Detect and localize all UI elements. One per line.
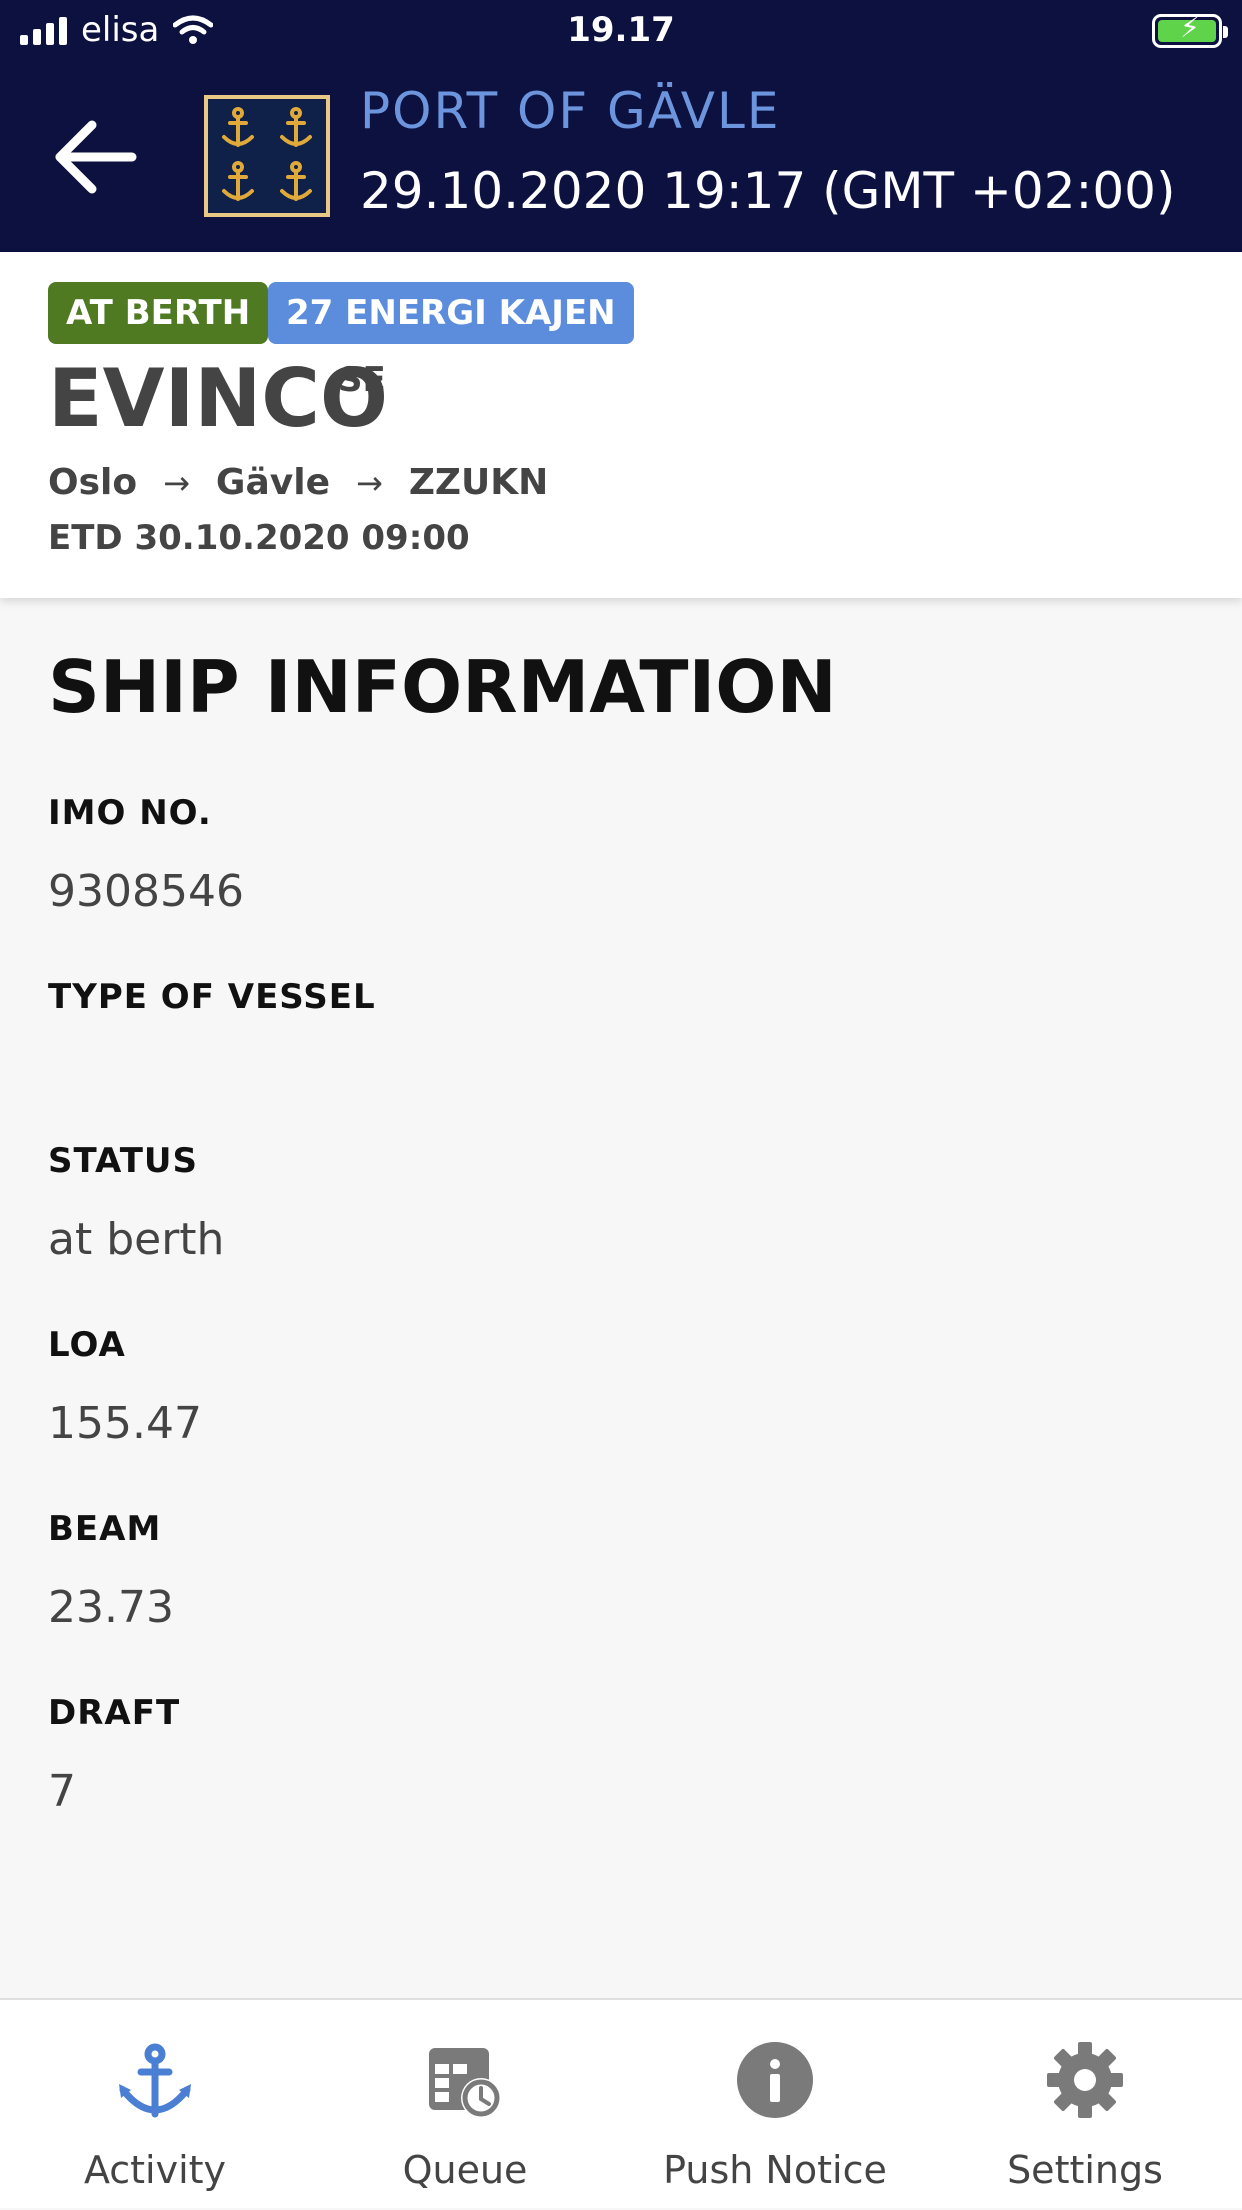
field-value-draft: 7 bbox=[48, 1766, 76, 1817]
route-origin: Oslo bbox=[48, 462, 138, 503]
section-title: SHIP INFORMATION bbox=[48, 645, 837, 729]
app-header: PORT OF GÄVLE 29.10.2020 19:17 (GMT +02:… bbox=[0, 62, 1242, 252]
tab-label-activity: Activity bbox=[83, 2148, 227, 2192]
gear-icon bbox=[1047, 2042, 1123, 2118]
field-value-imo: 9308546 bbox=[48, 866, 244, 917]
etd: ETD 30.10.2020 09:00 bbox=[48, 518, 470, 558]
field-label-draft: DRAFT bbox=[48, 1693, 181, 1733]
field-value-status: at berth bbox=[48, 1214, 225, 1265]
status-time: 19.17 bbox=[567, 10, 675, 50]
status-badge: AT BERTH bbox=[48, 282, 269, 344]
info-icon bbox=[737, 2042, 813, 2118]
header-datetime: 29.10.2020 19:17 (GMT +02:00) bbox=[360, 162, 1176, 220]
tab-bar: Activity Queue Push Notice Settings bbox=[0, 1998, 1242, 2208]
back-arrow-icon bbox=[55, 120, 137, 194]
tab-activity[interactable]: Activity bbox=[0, 2000, 310, 2210]
port-title: PORT OF GÄVLE bbox=[360, 82, 781, 140]
route-current: Gävle bbox=[215, 462, 330, 503]
tab-settings[interactable]: Settings bbox=[930, 2000, 1240, 2210]
field-value-beam: 23.73 bbox=[48, 1582, 174, 1633]
berth-badge: 27 ENERGI KAJEN bbox=[268, 282, 634, 344]
tab-queue[interactable]: Queue bbox=[310, 2000, 620, 2210]
field-value-loa: 155.47 bbox=[48, 1398, 202, 1449]
battery-icon: ⚡ bbox=[1152, 11, 1228, 48]
field-label-beam: BEAM bbox=[48, 1509, 162, 1549]
anchors-emblem-icon bbox=[222, 107, 312, 201]
port-logo bbox=[204, 95, 330, 217]
route-destination: ZZUKN bbox=[408, 462, 549, 503]
vessel-flag: SE bbox=[338, 360, 386, 400]
vessel-summary-card: AT BERTH 27 ENERGI KAJEN EVINCO SE Oslo … bbox=[0, 252, 1242, 598]
tab-label-push-notice: Push Notice bbox=[663, 2148, 887, 2192]
field-label-imo: IMO NO. bbox=[48, 793, 212, 833]
anchor-icon bbox=[119, 2043, 191, 2118]
tab-label-queue: Queue bbox=[402, 2148, 528, 2192]
tab-push-notice[interactable]: Push Notice bbox=[620, 2000, 930, 2210]
route: Oslo → Gävle → ZZUKN bbox=[48, 462, 548, 503]
tab-label-settings: Settings bbox=[1007, 2148, 1163, 2192]
field-label-status: STATUS bbox=[48, 1141, 199, 1181]
route-arrow-icon: → bbox=[356, 463, 383, 502]
route-arrow-icon: → bbox=[163, 463, 190, 502]
vessel-name: EVINCO bbox=[48, 352, 388, 445]
back-button[interactable] bbox=[52, 117, 142, 197]
status-bar: elisa 19.17 ⚡ bbox=[0, 0, 1242, 62]
field-label-loa: LOA bbox=[48, 1325, 126, 1365]
field-label-vessel-type: TYPE OF VESSEL bbox=[48, 977, 376, 1017]
queue-calendar-icon bbox=[429, 2048, 501, 2118]
